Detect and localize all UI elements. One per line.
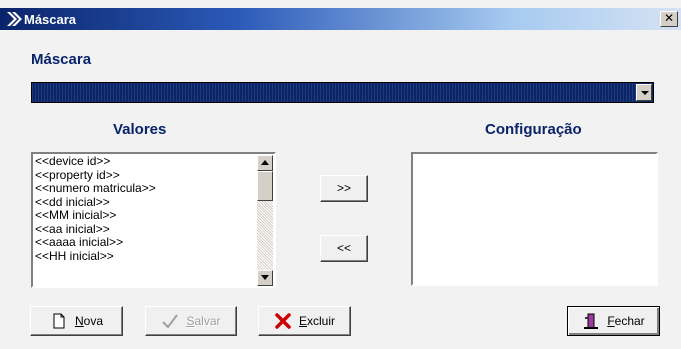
chevron-right-icon [7, 12, 22, 26]
list-item[interactable]: <<MM inicial>> [35, 208, 257, 223]
new-document-icon [53, 313, 65, 329]
remove-from-config-button[interactable]: << [320, 235, 368, 262]
red-x-icon [275, 313, 291, 329]
scroll-up-button[interactable] [257, 155, 273, 171]
list-item[interactable]: <<numero matricula>> [35, 181, 257, 196]
nova-label: Nova [74, 314, 104, 328]
list-item[interactable]: <<dd inicial>> [35, 195, 257, 210]
configuracao-heading: Configuração [485, 121, 582, 138]
mascara-label: Máscara [31, 51, 92, 68]
list-item[interactable]: <<device id>> [35, 154, 257, 169]
valores-heading: Valores [113, 121, 167, 138]
door-exit-icon [584, 313, 599, 329]
list-item[interactable]: <<property id>> [35, 168, 257, 183]
salvar-label: Salvar [186, 314, 221, 328]
valores-scrollbar[interactable] [257, 155, 273, 286]
combobox-dropdown-button[interactable] [636, 84, 652, 101]
scroll-down-button[interactable] [257, 270, 273, 286]
nova-button[interactable]: Nova [30, 306, 123, 336]
add-to-config-button[interactable]: >> [320, 175, 368, 202]
scroll-thumb[interactable] [257, 171, 273, 201]
configuracao-listbox[interactable] [411, 152, 658, 286]
list-item[interactable]: <<HH inicial>> [35, 249, 257, 264]
valores-list: <<device id>> <<property id>> <<numero m… [35, 154, 257, 264]
excluir-button[interactable]: Excluir [258, 306, 351, 336]
close-button[interactable]: ✕ [660, 11, 678, 27]
close-icon: ✕ [663, 11, 675, 25]
arrow-up-icon [261, 160, 269, 165]
salvar-button[interactable]: Salvar [145, 306, 237, 336]
chevron-down-icon [641, 91, 649, 95]
fechar-label: Fechar [607, 314, 645, 328]
mascara-dialog: Máscara ✕ Máscara Valores Configuração <… [0, 0, 681, 349]
valores-listbox[interactable]: <<device id>> <<property id>> <<numero m… [31, 152, 276, 288]
fechar-button[interactable]: Fechar [567, 306, 660, 336]
window-title: Máscara [24, 12, 77, 27]
checkmark-icon [162, 314, 179, 329]
arrow-down-icon [261, 275, 269, 280]
list-item[interactable]: <<aaaa inicial>> [35, 235, 257, 250]
title-bar[interactable]: Máscara ✕ [0, 8, 681, 30]
list-item[interactable]: <<aa inicial>> [35, 222, 257, 237]
excluir-label: Excluir [298, 314, 336, 328]
mascara-combobox[interactable] [31, 82, 654, 103]
